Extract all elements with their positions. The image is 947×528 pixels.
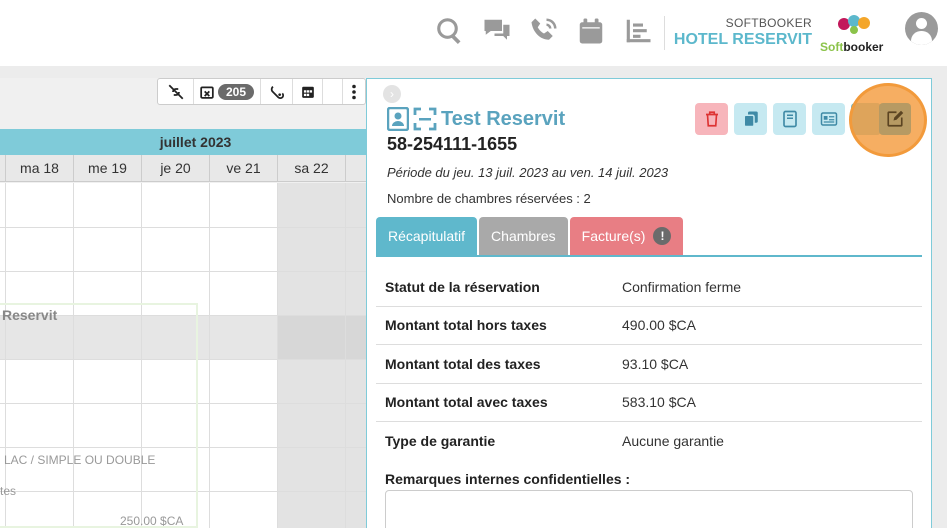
day-header: ma 18 xyxy=(6,155,74,182)
row-value: Aucune garantie xyxy=(622,433,724,450)
edit-button[interactable] xyxy=(879,103,911,135)
hotel-brand: SOFTBOOKER HOTEL RESERVIT xyxy=(672,16,812,49)
calendar-area: 205 juillet 2023 ma 18 me 19 je 20 ve 21… xyxy=(0,78,367,528)
divider xyxy=(664,16,665,50)
row-value: 93.10 $CA xyxy=(622,355,689,372)
id-card-icon xyxy=(820,112,837,126)
table-row: Montant total avec taxes 583.10 $CA xyxy=(376,384,922,422)
top-bar: SOFTBOOKER HOTEL RESERVIT Softbooker xyxy=(0,0,947,66)
calendar-grid-icon xyxy=(301,86,314,98)
calendar-icon[interactable] xyxy=(573,13,609,49)
search-icon[interactable] xyxy=(432,13,468,49)
guest-name: Test Reservit xyxy=(441,107,566,130)
logo-text-booker: booker xyxy=(843,40,884,54)
row-label: Statut de la réservation xyxy=(385,278,540,295)
tab-summary[interactable]: Récapitulatif xyxy=(376,217,478,255)
reservation-label: Reservit xyxy=(2,307,58,323)
remarks-textarea[interactable] xyxy=(385,490,913,528)
day-header: ve 21 xyxy=(210,155,278,182)
contact-card-icon xyxy=(387,107,409,131)
tab-invoices[interactable]: Facture(s) ! xyxy=(569,217,684,255)
reservation-summary-table: Statut de la réservation Confirmation fe… xyxy=(376,268,922,461)
reservation-title: Test Reservit xyxy=(387,107,565,131)
row-label: Montant total avec taxes xyxy=(385,394,548,411)
row-value: Confirmation ferme xyxy=(622,278,742,295)
reservation-detail-panel: › Test Reservit 58-254111-1655 Période d… xyxy=(366,78,932,528)
book-icon xyxy=(782,110,797,128)
edit-icon xyxy=(887,110,904,127)
copy-button[interactable] xyxy=(734,103,767,135)
chat-icon[interactable] xyxy=(479,13,515,49)
tab-underline xyxy=(376,255,922,257)
link-button[interactable] xyxy=(261,79,294,104)
phone-icon[interactable] xyxy=(526,13,562,49)
calendar-toolbar: 205 xyxy=(157,78,367,105)
hotel-name: HOTEL RESERVIT xyxy=(673,31,812,48)
warning-badge: ! xyxy=(653,227,672,245)
reservation-number: 58-254111-1655 xyxy=(387,134,518,154)
list-icon[interactable] xyxy=(620,13,656,49)
reservations-count-button[interactable]: 205 xyxy=(194,79,262,104)
reservation-count-badge: 205 xyxy=(218,83,255,100)
day-header: je 20 xyxy=(142,155,210,182)
rate-label: tes xyxy=(0,484,17,498)
room-type-label: LAC / SIMPLE OU DOUBLE xyxy=(4,453,156,467)
day-header-row: ma 18 me 19 je 20 ve 21 sa 22 xyxy=(0,155,366,182)
row-value: 490.00 $CA xyxy=(622,317,696,334)
table-row: Type de garantie Aucune garantie xyxy=(376,422,922,461)
row-label: Type de garantie xyxy=(385,433,496,450)
calendar-view-button[interactable] xyxy=(293,79,324,104)
table-row: Statut de la réservation Confirmation fe… xyxy=(376,268,922,307)
notes-button[interactable] xyxy=(773,103,806,135)
table-row: Montant total des taxes 93.10 $CA xyxy=(376,345,922,384)
kebab-menu-icon xyxy=(352,84,356,99)
row-label: Montant total hors taxes xyxy=(385,317,547,334)
top-nav-icons xyxy=(432,13,667,49)
id-card-button[interactable] xyxy=(812,103,845,135)
logo-text-soft: Soft xyxy=(820,40,844,54)
remarks-label: Remarques internes confidentielles : xyxy=(385,471,631,487)
hide-link-button[interactable] xyxy=(158,79,194,104)
day-header: sa 22 xyxy=(278,155,346,182)
month-header: juillet 2023 xyxy=(0,129,366,155)
link-icon xyxy=(270,85,284,99)
brand-subtitle: SOFTBOOKER xyxy=(725,16,812,30)
stay-period: Période du jeu. 13 juil. 2023 au ven. 14… xyxy=(387,165,669,180)
copy-icon xyxy=(743,111,758,128)
delete-button[interactable] xyxy=(695,103,728,135)
tab-rooms[interactable]: Chambres xyxy=(479,217,568,255)
more-options-button[interactable] xyxy=(343,79,365,104)
row-label: Montant total des taxes xyxy=(385,355,541,372)
price-label: 250.00 $CA xyxy=(120,514,184,528)
qr-scan-icon xyxy=(413,107,437,131)
reservation-block[interactable] xyxy=(0,303,198,528)
calendar-x-icon xyxy=(200,85,214,99)
detail-tabs: Récapitulatif Chambres Facture(s) ! xyxy=(376,217,684,255)
blank-button[interactable] xyxy=(323,79,344,104)
table-row: Montant total hors taxes 490.00 $CA xyxy=(376,307,922,345)
chevron-right-icon[interactable]: › xyxy=(383,85,401,103)
unlink-icon xyxy=(168,84,183,99)
user-avatar[interactable] xyxy=(905,12,938,45)
day-header: me 19 xyxy=(74,155,142,182)
trash-icon xyxy=(705,111,718,127)
softbooker-logo: Softbooker xyxy=(818,14,888,54)
row-value: 583.10 $CA xyxy=(622,394,696,411)
tab-invoices-label: Facture(s) xyxy=(581,228,646,244)
rooms-count: Nombre de chambres réservées : 2 xyxy=(387,191,591,206)
